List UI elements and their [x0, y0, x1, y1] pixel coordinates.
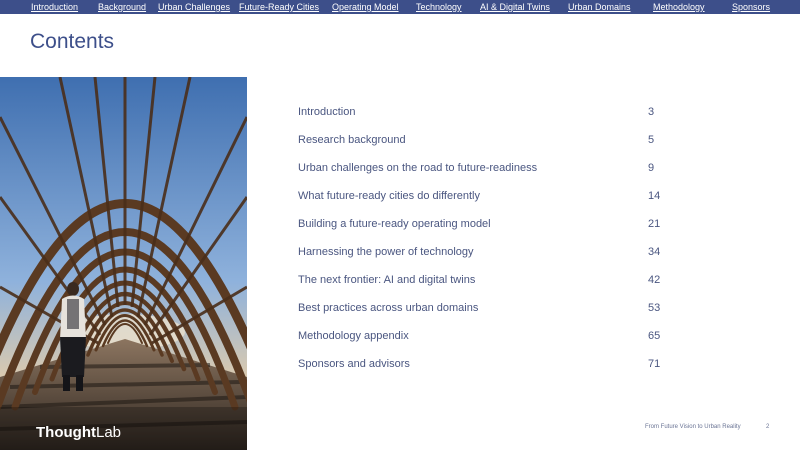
toc-entry-urban-domains[interactable]: Best practices across urban domains 53 [298, 294, 678, 322]
footer-page-number: 2 [766, 424, 770, 430]
nav-link-operating-model[interactable]: Operating Model [332, 1, 399, 13]
toc-entry-label: What future-ready cities do differently [298, 190, 480, 202]
toc-entry-page: 71 [648, 358, 661, 370]
toc-entry-ai-digital-twins[interactable]: The next frontier: AI and digital twins … [298, 266, 678, 294]
toc-entry-research-background[interactable]: Research background 5 [298, 126, 678, 154]
logo-text-lab: Lab [95, 424, 122, 441]
toc-entry-label: Sponsors and advisors [298, 358, 410, 370]
top-nav-bar: Introduction Background Urban Challenges… [0, 0, 800, 14]
toc-entry-page: 34 [648, 246, 661, 258]
toc-entry-page: 65 [648, 330, 661, 342]
toc-entry-label: Urban challenges on the road to future-r… [298, 162, 538, 174]
toc-entry-methodology[interactable]: Methodology appendix 65 [298, 322, 678, 350]
cover-photo-arched-walkway [0, 77, 247, 450]
toc-entry-page: 21 [648, 218, 661, 230]
toc-entry-technology[interactable]: Harnessing the power of technology 34 [298, 238, 678, 266]
toc-entry-page: 53 [648, 302, 661, 314]
footer-report-title: From Future Vision to Urban Reality [645, 424, 741, 430]
toc-entry-label: Methodology appendix [298, 330, 409, 342]
page-title: Contents [30, 30, 115, 53]
toc-entry-future-ready-cities[interactable]: What future-ready cities do differently … [298, 182, 678, 210]
toc-entry-operating-model[interactable]: Building a future-ready operating model … [298, 210, 678, 238]
toc-entry-introduction[interactable]: Introduction 3 [298, 98, 678, 126]
toc-entry-urban-challenges[interactable]: Urban challenges on the road to future-r… [298, 154, 678, 182]
toc-entry-page: 9 [648, 162, 655, 174]
toc-entry-label: The next frontier: AI and digital twins [298, 274, 476, 286]
toc-entry-label: Introduction [298, 106, 356, 118]
toc-entry-page: 5 [648, 134, 655, 146]
toc-entry-label: Harnessing the power of technology [298, 246, 474, 258]
nav-link-sponsors[interactable]: Sponsors [732, 1, 770, 13]
nav-link-background[interactable]: Background [98, 1, 146, 13]
toc-entry-label: Best practices across urban domains [298, 302, 479, 314]
logo-text-thought: Thought [36, 424, 96, 441]
nav-link-urban-challenges[interactable]: Urban Challenges [158, 1, 230, 13]
nav-link-technology[interactable]: Technology [416, 1, 462, 13]
toc-entry-sponsors[interactable]: Sponsors and advisors 71 [298, 350, 678, 378]
toc-entry-label: Building a future-ready operating model [298, 218, 491, 230]
nav-link-methodology[interactable]: Methodology [653, 1, 705, 13]
toc-entry-page: 14 [648, 190, 661, 202]
toc-entry-page: 42 [648, 274, 661, 286]
nav-link-ai-digital-twins[interactable]: AI & Digital Twins [480, 1, 550, 13]
thoughtlab-logo: ThoughtLab [36, 424, 121, 441]
toc-entry-label: Research background [298, 134, 406, 146]
nav-link-urban-domains[interactable]: Urban Domains [568, 1, 631, 13]
nav-link-introduction[interactable]: Introduction [31, 1, 78, 13]
toc-entry-page: 3 [648, 106, 655, 118]
nav-link-future-ready-cities[interactable]: Future-Ready Cities [239, 1, 319, 13]
